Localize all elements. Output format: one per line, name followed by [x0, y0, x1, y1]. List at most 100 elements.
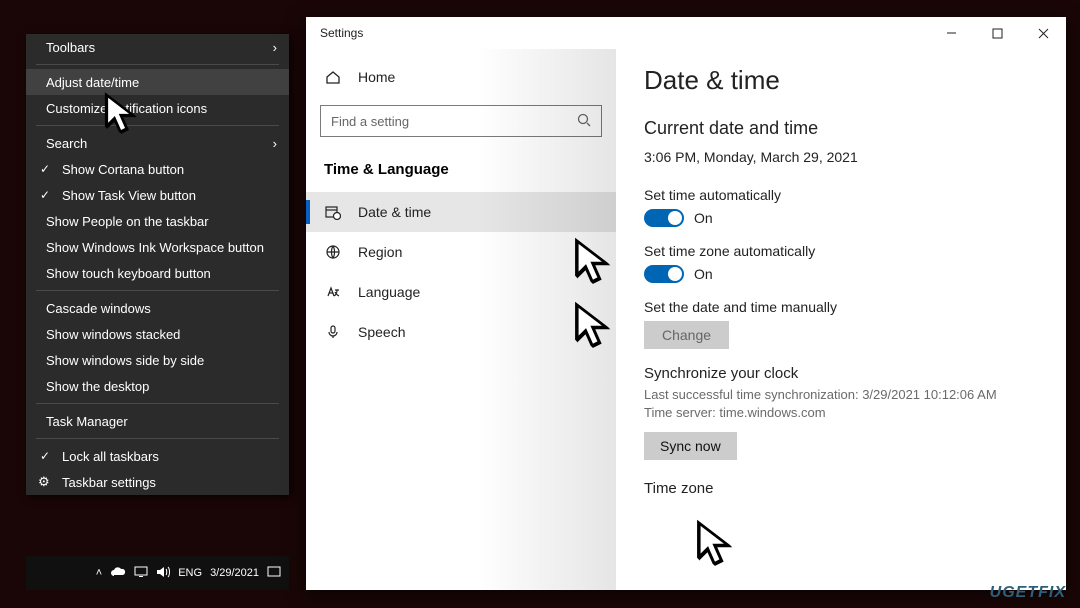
search-placeholder: Find a setting — [331, 114, 409, 129]
check-icon: ✓ — [40, 449, 50, 463]
ctx-cascade-windows[interactable]: Cascade windows — [26, 295, 289, 321]
ctx-lock-all-taskbars[interactable]: ✓ Lock all taskbars — [26, 443, 289, 469]
sync-heading: Synchronize your clock — [644, 365, 1038, 382]
chevron-right-icon: › — [273, 40, 277, 55]
separator — [36, 290, 279, 291]
ctx-show-task-view-label: Show Task View button — [62, 188, 196, 203]
ctx-customize-notification-icons-label: Customize notification icons — [46, 101, 207, 116]
sidebar-region[interactable]: Region — [306, 232, 616, 272]
calendar-clock-icon — [324, 204, 342, 220]
sync-server: Time server: time.windows.com — [644, 404, 1038, 422]
current-datetime-heading: Current date and time — [644, 118, 1038, 139]
page-heading: Date & time — [644, 65, 1038, 96]
separator — [36, 125, 279, 126]
sidebar-date-time[interactable]: Date & time — [306, 192, 616, 232]
separator — [36, 403, 279, 404]
titlebar[interactable]: Settings — [306, 17, 1066, 49]
ctx-adjust-date-time[interactable]: Adjust date/time — [26, 69, 289, 95]
set-tz-auto-label: Set time zone automatically — [644, 243, 1038, 259]
ctx-show-cortana-button[interactable]: ✓ Show Cortana button — [26, 156, 289, 182]
ctx-customize-notification-icons[interactable]: Customize notification icons — [26, 95, 289, 121]
ctx-taskbar-settings-label: Taskbar settings — [62, 475, 156, 490]
ctx-search-label: Search — [46, 136, 87, 151]
ctx-show-touch-keyboard-label: Show touch keyboard button — [46, 266, 211, 281]
separator — [36, 64, 279, 65]
ctx-taskbar-settings[interactable]: ⚙ Taskbar settings — [26, 469, 289, 495]
set-time-auto-toggle[interactable]: On — [644, 209, 1038, 227]
set-manual-label: Set the date and time manually — [644, 299, 1038, 315]
network-icon[interactable] — [134, 566, 148, 581]
change-button[interactable]: Change — [644, 321, 729, 349]
set-tz-auto-state: On — [694, 266, 713, 282]
set-time-auto-label: Set time automatically — [644, 187, 1038, 203]
sidebar-language-label: Language — [358, 284, 420, 300]
sidebar-section-heading: Time & Language — [306, 155, 616, 192]
ctx-show-touch-keyboard[interactable]: Show touch keyboard button — [26, 260, 289, 286]
sync-last: Last successful time synchronization: 3/… — [644, 386, 1038, 404]
separator — [36, 438, 279, 439]
ctx-toolbars-label: Toolbars — [46, 40, 95, 55]
ctx-search[interactable]: Search › — [26, 130, 289, 156]
minimize-button[interactable] — [928, 17, 974, 49]
maximize-button[interactable] — [974, 17, 1020, 49]
ctx-show-windows-ink[interactable]: Show Windows Ink Workspace button — [26, 234, 289, 260]
sidebar-search[interactable]: Find a setting — [320, 105, 602, 137]
tray-chevron-up-icon[interactable]: ˄ — [96, 567, 102, 579]
system-tray: ˄ ENG 3/29/2021 — [96, 566, 281, 581]
ctx-show-windows-stacked[interactable]: Show windows stacked — [26, 321, 289, 347]
sidebar-region-label: Region — [358, 244, 402, 260]
set-time-auto-state: On — [694, 210, 713, 226]
taskbar-date: 3/29/2021 — [210, 567, 259, 579]
ctx-task-manager[interactable]: Task Manager — [26, 408, 289, 434]
check-icon: ✓ — [40, 162, 50, 176]
sync-now-button[interactable]: Sync now — [644, 432, 737, 460]
window-title: Settings — [320, 26, 363, 40]
notification-icon[interactable] — [267, 566, 281, 581]
gear-icon: ⚙ — [38, 474, 50, 490]
check-icon: ✓ — [40, 188, 50, 202]
volume-icon[interactable] — [156, 566, 170, 581]
ctx-task-manager-label: Task Manager — [46, 414, 128, 429]
timezone-heading: Time zone — [644, 480, 1038, 497]
toggle-on-icon — [644, 209, 684, 227]
sidebar-speech[interactable]: Speech — [306, 312, 616, 352]
current-datetime-value: 3:06 PM, Monday, March 29, 2021 — [644, 149, 1038, 165]
ctx-show-task-view-button[interactable]: ✓ Show Task View button — [26, 182, 289, 208]
sidebar-home-label: Home — [358, 69, 395, 85]
ctx-adjust-date-time-label: Adjust date/time — [46, 75, 139, 90]
language-icon — [324, 284, 342, 300]
chevron-right-icon: › — [273, 136, 277, 151]
onedrive-icon[interactable] — [110, 567, 126, 580]
sidebar-date-time-label: Date & time — [358, 204, 431, 220]
microphone-icon — [324, 324, 342, 340]
sidebar-speech-label: Speech — [358, 324, 405, 340]
close-button[interactable] — [1020, 17, 1066, 49]
settings-sidebar: Home Find a setting Time & Language Date… — [306, 49, 616, 590]
ctx-sidebyside-label: Show windows side by side — [46, 353, 204, 368]
sidebar-home[interactable]: Home — [306, 57, 616, 97]
ctx-stacked-label: Show windows stacked — [46, 327, 180, 342]
ctx-show-the-desktop[interactable]: Show the desktop — [26, 373, 289, 399]
home-icon — [324, 69, 342, 85]
ctx-toolbars[interactable]: Toolbars › — [26, 34, 289, 60]
settings-window: Settings Home Find a setting — [306, 17, 1066, 590]
globe-icon — [324, 244, 342, 260]
ctx-show-people[interactable]: Show People on the taskbar — [26, 208, 289, 234]
language-indicator[interactable]: ENG — [178, 567, 202, 579]
taskbar-clock[interactable]: 3/29/2021 — [210, 567, 259, 579]
set-tz-auto-toggle[interactable]: On — [644, 265, 1038, 283]
taskbar-context-menu: Toolbars › Adjust date/time Customize no… — [26, 34, 289, 495]
ctx-show-windows-side-by-side[interactable]: Show windows side by side — [26, 347, 289, 373]
ctx-cascade-label: Cascade windows — [46, 301, 151, 316]
ctx-show-windows-ink-label: Show Windows Ink Workspace button — [46, 240, 264, 255]
search-icon — [577, 113, 591, 130]
ctx-lock-taskbars-label: Lock all taskbars — [62, 449, 159, 464]
watermark: UGETFIX — [990, 584, 1066, 602]
taskbar[interactable]: ˄ ENG 3/29/2021 — [26, 556, 289, 590]
ctx-show-cortana-label: Show Cortana button — [62, 162, 184, 177]
sidebar-language[interactable]: Language — [306, 272, 616, 312]
toggle-on-icon — [644, 265, 684, 283]
settings-main: Date & time Current date and time 3:06 P… — [616, 49, 1066, 590]
ctx-show-people-label: Show People on the taskbar — [46, 214, 209, 229]
ctx-show-desktop-label: Show the desktop — [46, 379, 149, 394]
